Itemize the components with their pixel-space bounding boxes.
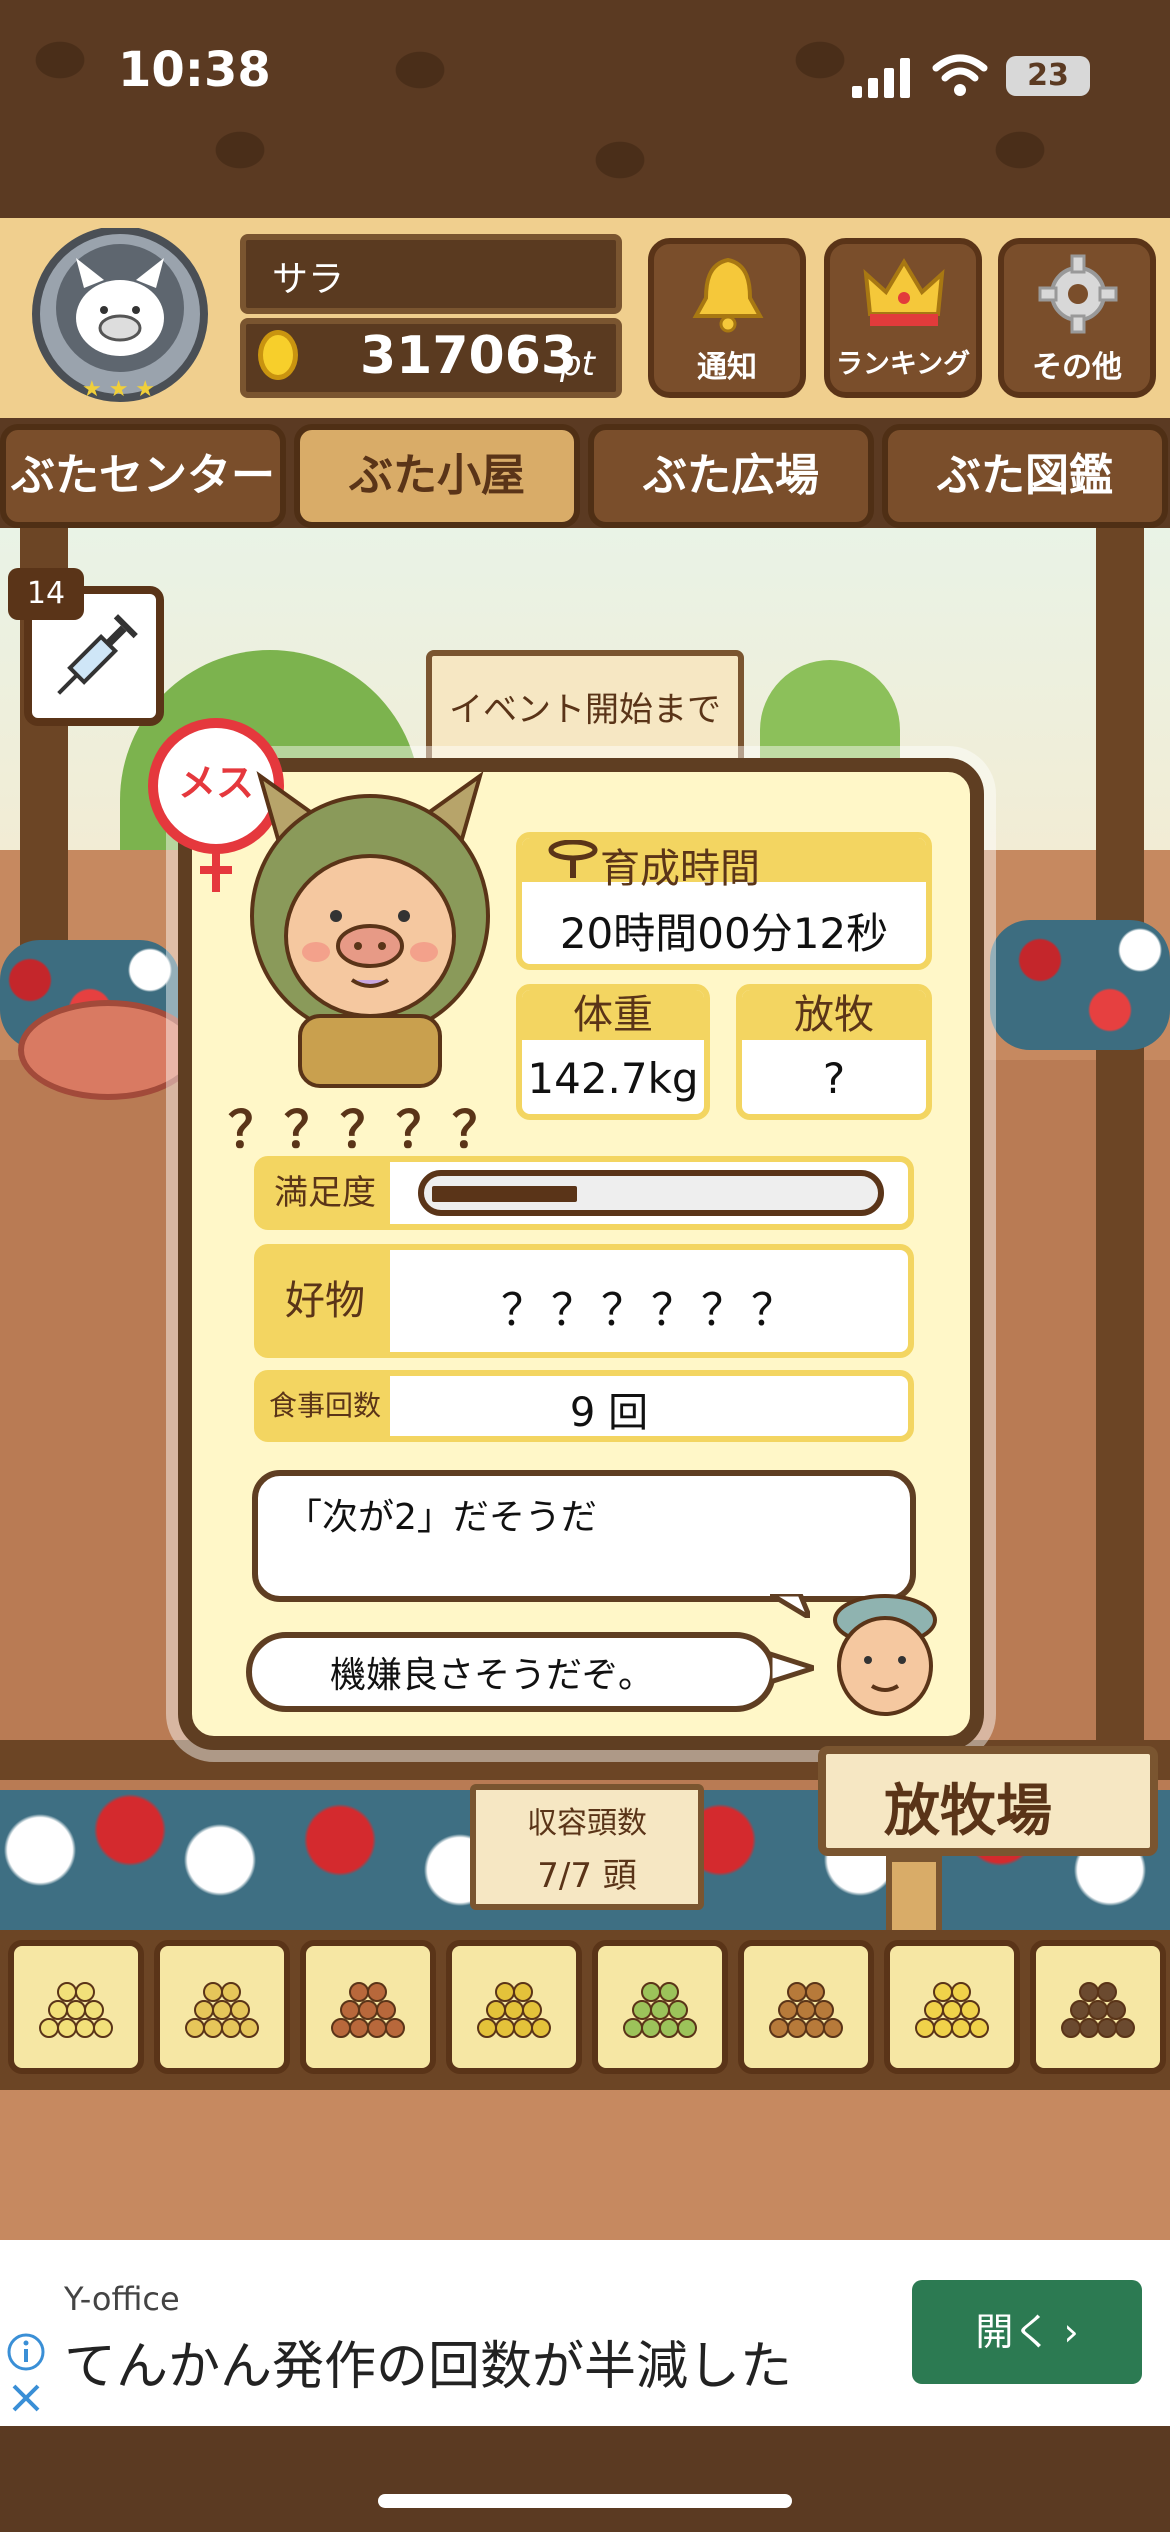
graze-value: ?	[822, 1054, 846, 1103]
status-time: 10:38	[118, 42, 271, 98]
vaccine-count: 14	[8, 568, 84, 620]
feed-bowl	[18, 1000, 198, 1100]
background-pattern	[0, 0, 1170, 230]
other-label: その他	[1032, 350, 1122, 385]
gear-icon	[1038, 254, 1118, 334]
fence-post	[1096, 528, 1144, 1788]
growth-time-value: 20時間00分12秒	[559, 909, 889, 958]
ad-open-button[interactable]: 開く ›	[912, 2280, 1142, 2384]
graze-field-sign-text: 放牧場	[884, 1779, 1052, 1844]
herb-icon	[623, 1982, 697, 2038]
hint-speech-text: 「次が2」だそうだ	[286, 1497, 597, 1538]
plate-feed-icon	[1061, 1982, 1135, 2038]
points-value: 317063	[360, 326, 578, 386]
bowl-feed-icon	[915, 1982, 989, 2038]
acorn-icon	[769, 1982, 843, 2038]
capacity-title: 収容頭数	[527, 1806, 647, 1841]
signal-icon	[852, 58, 910, 98]
info-icon[interactable]	[6, 2332, 46, 2372]
event-sign-text: イベント開始まで	[449, 690, 721, 730]
graze-label: 放牧	[742, 990, 926, 1040]
female-symbol-icon	[200, 852, 232, 892]
player-avatar[interactable]: ★ ★ ★	[20, 228, 220, 408]
flower-bed	[990, 920, 1170, 1050]
ad-sponsor: Y-office	[64, 2280, 180, 2318]
speech-tail	[770, 1594, 810, 1618]
weight-label: 体重	[522, 990, 704, 1040]
corn-icon	[477, 1982, 551, 2038]
beans-icon	[39, 1982, 113, 2038]
bell-icon	[692, 257, 764, 333]
sweet-potato-icon	[331, 1982, 405, 2038]
growth-time-label: 育成時間	[600, 846, 760, 892]
notify-label: 通知	[697, 350, 757, 385]
farmer-avatar	[833, 1594, 937, 1716]
meal-count-label: 食事回数	[260, 1376, 390, 1436]
tab-buta-plaza[interactable]: ぶた広場	[588, 424, 874, 528]
favorite-food-label: 好物	[260, 1250, 390, 1352]
pig-portrait	[250, 771, 490, 1088]
tab-buta-hut[interactable]: ぶた小屋	[294, 424, 580, 528]
meal-count-value: 9 回	[569, 1390, 649, 1436]
speech-tail	[770, 1651, 814, 1685]
mood-speech-text: 機嫌良さそうだぞ。	[330, 1655, 655, 1696]
battery-icon: 23	[1006, 56, 1090, 96]
satisfaction-label: 満足度	[260, 1162, 390, 1224]
points-unit: pt	[560, 344, 595, 384]
wifi-icon	[932, 54, 988, 96]
tab-buta-center[interactable]: ぶたセンター	[0, 424, 286, 528]
coin-icon	[258, 330, 298, 380]
ad-headline[interactable]: てんかん発作の回数が半減した	[64, 2324, 792, 2399]
key-icon	[548, 840, 598, 878]
svg-text:★ ★ ★: ★ ★ ★	[82, 377, 155, 402]
grain-icon	[185, 1982, 259, 2038]
capacity-value: 7/7 頭	[537, 1856, 637, 1896]
crown-icon	[863, 258, 945, 326]
tab-buta-encyclopedia[interactable]: ぶた図鑑	[882, 424, 1168, 528]
syringe-icon	[57, 614, 138, 695]
favorite-food-value: ？？？？？？	[501, 1285, 801, 1336]
pig-name: ？？？？？	[228, 1101, 508, 1159]
background-pattern	[0, 2426, 1170, 2532]
satisfaction-bar-fill	[432, 1186, 577, 1202]
graze-sign-post	[886, 1856, 942, 1936]
weight-value: 142.7kg	[527, 1054, 699, 1103]
home-indicator[interactable]	[378, 2494, 792, 2508]
ranking-label: ランキング	[835, 349, 971, 380]
player-name: サラ	[272, 259, 345, 300]
scene-ground	[0, 2090, 1170, 2240]
close-icon[interactable]	[8, 2380, 44, 2416]
